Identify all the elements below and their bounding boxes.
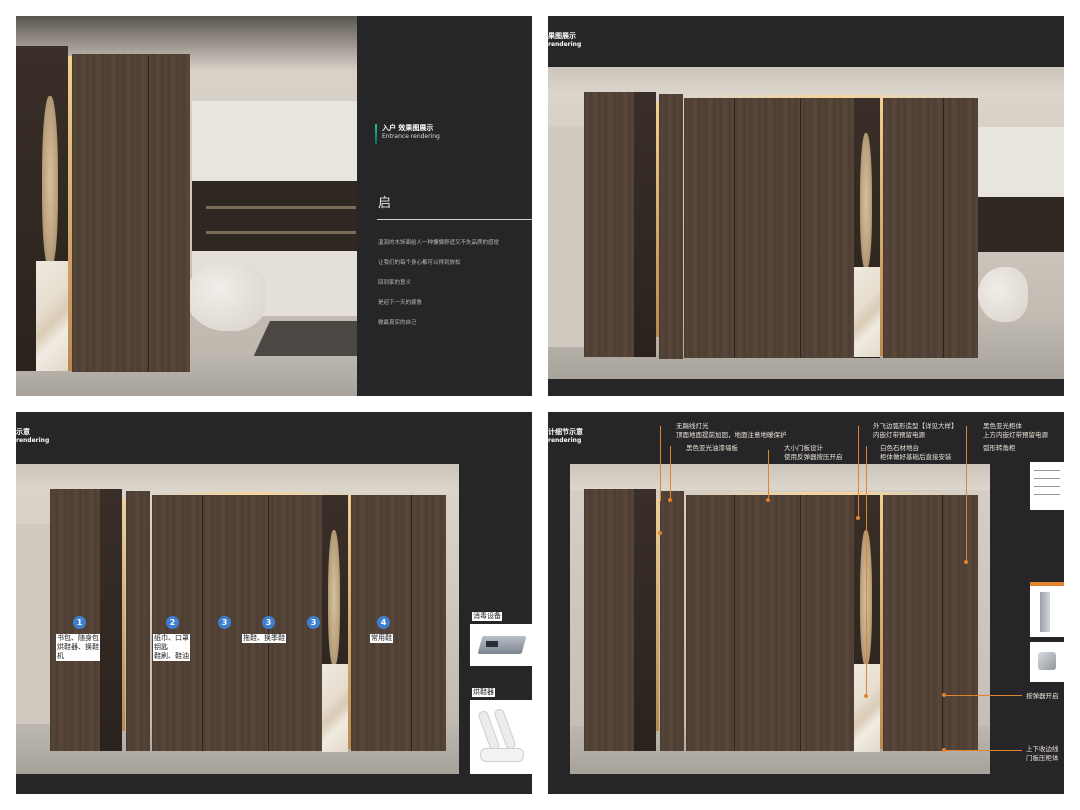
zone-number: 3 xyxy=(307,616,320,629)
cabinet-rendering-image xyxy=(570,464,990,774)
leader-line xyxy=(660,426,661,501)
slide-entrance-intro: 入户 效果图展示 Entrance rendering 启 温润的木饰面给人一种… xyxy=(16,16,532,396)
leader-dot xyxy=(668,498,672,502)
annotation: 弧形转角柜 xyxy=(983,444,1016,452)
leader-line xyxy=(946,695,1022,696)
leader-line xyxy=(670,446,671,500)
leader-line xyxy=(866,446,867,696)
accent-bar xyxy=(375,124,377,144)
entrance-rendering-image xyxy=(16,16,357,396)
zone-number: 2 xyxy=(166,616,179,629)
annotation: 大小门板设计 使用反弹器按压开启 xyxy=(784,444,843,461)
leader-dot xyxy=(856,516,860,520)
zone-number: 3 xyxy=(262,616,275,629)
big-character: 启 xyxy=(378,196,392,211)
poem-line-3: 回到家的意义 xyxy=(378,280,412,286)
zone-label: 书包、随身包 烘鞋器、换鞋 机 xyxy=(56,634,100,661)
hinge-photo-thumbnail xyxy=(1030,582,1064,637)
zone-label: 拖鞋、换季鞋 xyxy=(242,634,286,643)
slide-heading: 入户 效果图展示 xyxy=(382,124,434,132)
leader-line xyxy=(858,426,859,518)
leader-dot xyxy=(658,531,662,535)
leader-line xyxy=(768,450,769,500)
slide-title-en: rendering xyxy=(548,41,582,48)
zone-number: 3 xyxy=(218,616,231,629)
leader-line xyxy=(966,426,967,562)
slide-title-en: rendering xyxy=(16,437,50,444)
zone-label: 常用鞋 xyxy=(370,634,393,643)
zone-label: 纸巾、口罩 钥匙 鞋刷、鞋油 xyxy=(153,634,190,661)
poem-line-2: 让我们的每个身心都可以得到放松 xyxy=(378,260,461,266)
slide-heading-en: Entrance rendering xyxy=(382,133,440,140)
annotation: 按弹器开启 xyxy=(1026,692,1059,700)
annotation: 上下收边线 门板压柜体 xyxy=(1026,745,1059,762)
leader-dot xyxy=(964,560,968,564)
slide-design-details: 计细节示意 rendering 无踢线灯光 顶面地面提前加固，地面注意地暖保护 … xyxy=(548,412,1064,794)
annotation: 白色石材地台 柜体做好基础后直接安装 xyxy=(880,444,952,461)
cabinet-rendering-image xyxy=(548,67,1064,379)
poem-line-5: 做最真实的自己 xyxy=(378,320,417,326)
leader-dot xyxy=(766,498,770,502)
poem-line-1: 温润的木饰面给人一种慵懒舒适又不失品质的感觉 xyxy=(378,240,500,246)
zone-number: 1 xyxy=(73,616,86,629)
zone-number: 4 xyxy=(377,616,390,629)
annotation: 黑色亚光油漆墙板 xyxy=(686,444,738,452)
slide-function-zones: 示意 rendering 1 2 3 3 3 4 书包、随身包 烘鞋器、换鞋 机… xyxy=(16,412,532,794)
side-item-label: 消毒设备 xyxy=(472,612,502,621)
annotation: 黑色亚光柜体 上方内嵌灯带预留电源 xyxy=(983,422,1048,439)
shoe-dryer-image xyxy=(470,700,532,774)
slide-title: 示意 xyxy=(16,428,30,436)
detail-drawing-thumbnail xyxy=(1030,462,1064,510)
disinfection-device-image xyxy=(470,624,532,666)
cabinet-rendering-image: 1 2 3 3 3 4 书包、随身包 烘鞋器、换鞋 机 纸巾、口罩 钥匙 鞋刷、… xyxy=(16,464,459,774)
poem-line-4: 是迎下一天的疲惫 xyxy=(378,300,423,306)
leader-dot xyxy=(942,693,946,697)
slide-rendering-display: 果图展示 rendering xyxy=(548,16,1064,396)
leader-dot xyxy=(942,748,946,752)
annotation: 外飞边弧形造型【详见大样】 内嵌灯带预留电源 xyxy=(873,422,958,439)
slide-title: 计细节示意 xyxy=(548,428,583,436)
leader-line xyxy=(946,750,1022,751)
slide-title-en: rendering xyxy=(548,437,582,444)
side-item-label: 烘鞋器 xyxy=(472,688,495,697)
annotation: 无踢线灯光 顶面地面提前加固，地面注意地暖保护 xyxy=(676,422,787,439)
slide-title: 果图展示 xyxy=(548,32,576,40)
latch-photo-thumbnail xyxy=(1030,642,1064,682)
divider xyxy=(377,219,532,220)
leader-dot xyxy=(864,694,868,698)
